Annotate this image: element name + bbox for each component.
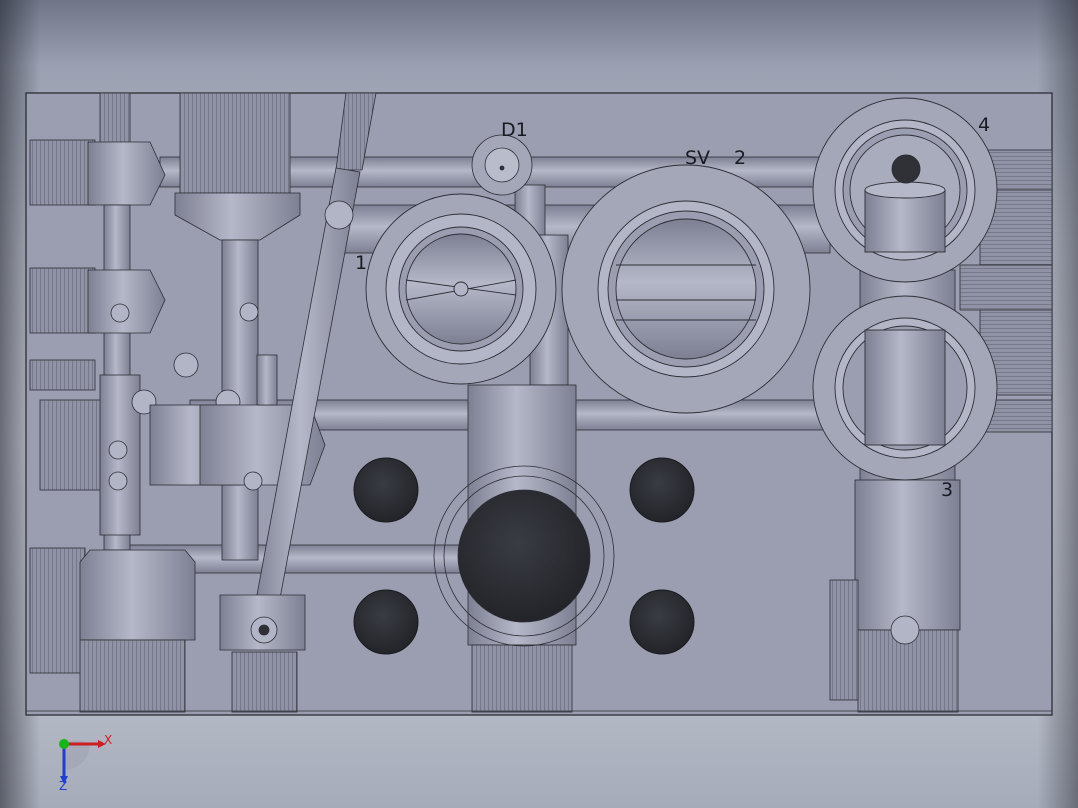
manifold-drawing[interactable] bbox=[0, 0, 1078, 808]
mount-hole-tr bbox=[629, 457, 695, 523]
mount-hole-bl bbox=[353, 589, 419, 655]
mount-hole-tl bbox=[353, 457, 419, 523]
left-port-3 bbox=[29, 359, 96, 391]
bore-right-mid bbox=[959, 264, 1053, 311]
mount-hole-br bbox=[629, 589, 695, 655]
left-port-5 bbox=[29, 547, 86, 674]
left-port-2 bbox=[29, 267, 96, 334]
annotation-d1: D1 bbox=[501, 119, 528, 141]
cad-viewport[interactable]: D1 SV 2 1 4 3 X Z bbox=[0, 0, 1078, 808]
port-1 bbox=[365, 193, 557, 385]
y-axis-dot bbox=[59, 739, 69, 749]
port-4 bbox=[812, 97, 998, 283]
annotation-port-2: 2 bbox=[734, 147, 747, 169]
left-port-4 bbox=[39, 399, 106, 491]
reference-triad: X Z bbox=[48, 728, 128, 798]
port-sv bbox=[561, 164, 811, 414]
port-3 bbox=[812, 295, 998, 481]
annotation-port-3: 3 bbox=[941, 479, 954, 501]
triad-x-label: X bbox=[104, 733, 113, 747]
center-large-hole bbox=[457, 489, 591, 623]
annotation-port-1: 1 bbox=[355, 252, 368, 274]
annotation-sv: SV bbox=[685, 147, 711, 169]
left-port-1 bbox=[29, 139, 96, 206]
annotation-port-4: 4 bbox=[978, 114, 991, 136]
triad-z-label: Z bbox=[59, 779, 68, 793]
